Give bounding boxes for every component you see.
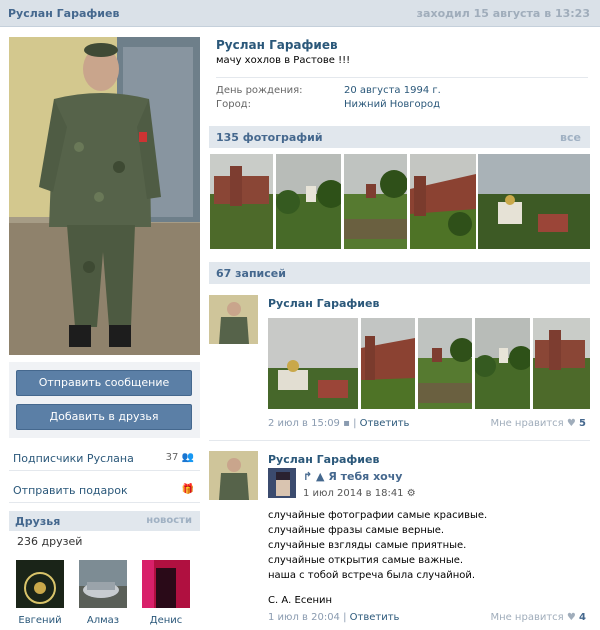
photos-title: 135 фотографий (216, 131, 323, 144)
like-count: 4 (579, 612, 586, 623)
photos-header[interactable]: 135 фотографий все (209, 126, 590, 148)
send-gift-link[interactable]: Отправить подарок 🎁 (9, 477, 200, 503)
photos-all-link[interactable]: все (560, 131, 581, 144)
repost-icon: ↱ ▲ (303, 470, 325, 483)
photo-thumbnail[interactable] (410, 154, 476, 249)
shared-date-text[interactable]: 1 июл 2014 в 18:41 (303, 488, 404, 499)
photo-thumbnail[interactable] (344, 154, 407, 249)
post-author-avatar[interactable] (209, 295, 258, 344)
like-count: 5 (579, 418, 586, 429)
friend-card[interactable]: Алмаз (79, 560, 127, 626)
photo-thumbnail[interactable] (276, 154, 341, 249)
post-text-line: случайные открытия самые важные. (268, 555, 464, 566)
friend-card[interactable]: Евгений (16, 560, 64, 626)
like-label: Мне нравится (490, 418, 564, 429)
reply-link[interactable]: Ответить (360, 418, 410, 429)
shared-date: 1 июл 2014 в 18:41 ⚙ (303, 488, 416, 499)
profile-avatar[interactable] (9, 37, 200, 355)
friends-news-link[interactable]: новости (146, 515, 192, 526)
settings-icon: ⚙ (406, 488, 416, 499)
post-date[interactable]: 2 июл в 15:09 (268, 418, 340, 429)
friends-title: Друзья (15, 515, 61, 528)
post-signature: С. А. Есенин (268, 595, 333, 606)
photo-thumbnail[interactable] (210, 154, 273, 249)
header-name[interactable]: Руслан Гарафиев (8, 7, 119, 20)
friend-name[interactable]: Денис (142, 615, 190, 626)
shared-title-text: Я тебя хочу (328, 470, 403, 483)
post-meta: 2 июл в 15:09 ▪ | Ответить (268, 418, 410, 429)
birthday-label: День рождения: (216, 85, 303, 96)
photo-thumbnail[interactable] (478, 154, 590, 249)
profile-name: Руслан Гарафиев (216, 38, 338, 52)
post-photo[interactable] (533, 318, 590, 409)
friend-avatar[interactable] (16, 560, 64, 608)
like-button[interactable]: Мне нравится ♥ 5 (490, 418, 586, 429)
shared-source-title[interactable]: ↱ ▲ Я тебя хочу (303, 470, 402, 483)
friend-avatar[interactable] (79, 560, 127, 608)
post-author[interactable]: Руслан Гарафиев (268, 453, 379, 466)
divider (209, 440, 590, 441)
post-photo[interactable] (475, 318, 530, 409)
like-label: Мне нравится (490, 612, 564, 623)
post-photo[interactable] (418, 318, 472, 409)
last-seen: заходил 15 августа в 13:23 (416, 7, 590, 20)
friend-name[interactable]: Алмаз (79, 615, 127, 626)
friend-card[interactable]: Денис (142, 560, 190, 626)
post-text-line: случайные фотографии самые красивые. (268, 510, 488, 521)
city-value[interactable]: Нижний Новгород (344, 99, 440, 110)
divider (216, 77, 588, 78)
send-gift-label: Отправить подарок (13, 484, 128, 497)
profile-header: Руслан Гарафиев заходил 15 августа в 13:… (0, 0, 600, 27)
post-photo[interactable] (268, 318, 358, 409)
post-photo[interactable] (361, 318, 415, 409)
reply-link[interactable]: Ответить (350, 612, 400, 623)
post-text-line: случайные фразы самые верные. (268, 525, 445, 536)
subscribers-link[interactable]: Подписчики Руслана 37 👥 (9, 445, 200, 471)
post-meta: 1 июл в 20:04 | Ответить (268, 612, 400, 623)
heart-icon: ♥ (566, 612, 576, 623)
post-author[interactable]: Руслан Гарафиев (268, 297, 379, 310)
profile-status[interactable]: мачу хохлов в Растове !!! (216, 55, 350, 66)
post-text: случайные фотографии самые красивые. слу… (268, 508, 487, 583)
heart-icon: ♥ (566, 418, 576, 429)
like-button[interactable]: Мне нравится ♥ 4 (490, 612, 586, 623)
add-friend-button[interactable]: Добавить в друзья (16, 404, 192, 430)
post-date[interactable]: 1 июл в 20:04 (268, 612, 340, 623)
gift-icon: 🎁 (181, 484, 194, 495)
post-text-line: наша с тобой встреча была случайной. (268, 570, 476, 581)
friend-name[interactable]: Евгений (16, 615, 64, 626)
friend-avatar[interactable] (142, 560, 190, 608)
people-icon: 👥 (181, 452, 194, 463)
android-icon: ▪ (343, 418, 350, 429)
subscribers-count: 37 (165, 452, 179, 463)
send-message-button[interactable]: Отправить сообщение (16, 370, 192, 396)
city-label: Город: (216, 99, 251, 110)
friends-header[interactable]: Друзья новости (9, 511, 200, 531)
wall-title: 67 записей (216, 267, 286, 280)
profile-actions: Отправить сообщение Добавить в друзья (9, 362, 200, 438)
post-text-line: случайные взгляды самые приятные. (268, 540, 467, 551)
friends-count: 236 друзей (17, 535, 83, 548)
post-author-avatar[interactable] (209, 451, 258, 500)
birthday-value[interactable]: 20 августа 1994 г. (344, 85, 441, 96)
subscribers-label: Подписчики Руслана (13, 452, 134, 465)
shared-source-avatar[interactable] (268, 468, 296, 498)
wall-header[interactable]: 67 записей (209, 262, 590, 284)
